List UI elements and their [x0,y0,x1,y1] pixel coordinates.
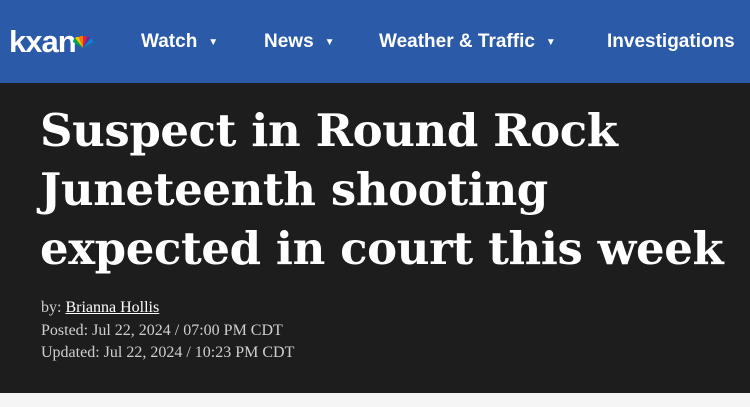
headline-line: Juneteenth shooting [40,163,548,216]
chevron-down-icon: ▼ [545,36,556,48]
kxan-logo[interactable]: kxan [9,23,77,59]
author-link[interactable]: Brianna Hollis [65,299,159,316]
nav-item-label: Weather & Traffic [379,30,535,52]
page-background [0,393,750,407]
chevron-down-icon: ▼ [324,36,335,48]
nav-item-weather-traffic[interactable]: Weather & Traffic ▼ [379,0,556,83]
byline: by: Brianna Hollis [41,296,159,320]
updated-date: Updated: Jul 22, 2024 / 10:23 PM CDT [41,344,295,361]
headline-line: expected in court this week [40,222,724,275]
logo-text: kxan [9,24,77,59]
byline-prefix: by: [41,299,62,316]
nav-item-news[interactable]: News ▼ [264,0,335,83]
headline-line: Suspect in Round Rock [40,104,618,157]
nav-item-investigations[interactable]: Investigations [607,0,735,83]
site-header: kxan Watch ▼ News ▼ Weather & Traffic ▼ … [0,0,750,83]
nav-item-label: Investigations [607,30,735,52]
peacock-icon [73,36,93,48]
posted-date: Posted: Jul 22, 2024 / 07:00 PM CDT [41,322,283,339]
nav-item-label: Watch [141,30,198,52]
nav-item-watch[interactable]: Watch ▼ [141,0,218,83]
nav-item-label: News [264,30,314,52]
chevron-down-icon: ▼ [208,36,219,48]
article-headline: Suspect in Round Rock Juneteenth shootin… [40,101,745,278]
